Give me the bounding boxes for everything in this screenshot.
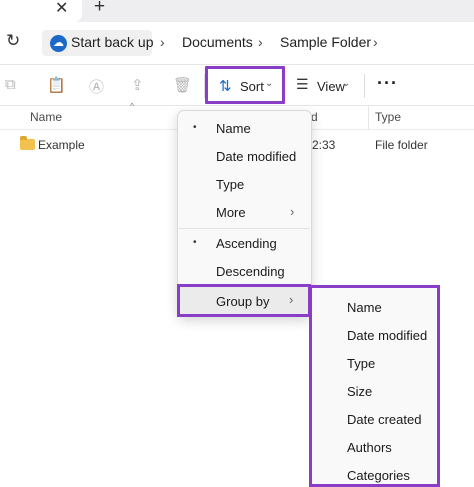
- menu-item-label: Ascending: [216, 236, 277, 251]
- view-icon[interactable]: ☰: [296, 76, 309, 93]
- tab-active[interactable]: ✕: [0, 0, 82, 22]
- column-divider[interactable]: [368, 106, 369, 130]
- view-button[interactable]: View: [317, 79, 345, 94]
- menu-item-label: Type: [347, 356, 376, 371]
- caret-up-icon: ^: [130, 101, 135, 111]
- breadcrumb-documents[interactable]: Documents: [182, 34, 253, 50]
- chevron-down-icon[interactable]: ⌄: [342, 78, 350, 89]
- group-by-item-type[interactable]: Type: [312, 349, 437, 377]
- divider: [364, 74, 365, 98]
- plus-icon[interactable]: +: [94, 0, 105, 18]
- refresh-icon[interactable]: ↻: [6, 31, 20, 51]
- column-header-type[interactable]: Type: [375, 110, 401, 124]
- sort-menu-item-type[interactable]: Type: [178, 170, 311, 198]
- group-by-item-authors[interactable]: Authors: [312, 433, 437, 461]
- sort-menu-item-more[interactable]: More ›: [178, 198, 311, 226]
- command-bar: ⧉ 📋 Ⓐ ⇪ 🗑 ⇅ Sort ⌄ ☰ View ⌄ ···: [0, 64, 474, 106]
- file-name: Example: [38, 138, 85, 152]
- chevron-right-icon: ›: [289, 292, 294, 307]
- sort-menu-item-date-modified[interactable]: Date modified: [178, 142, 311, 170]
- group-by-item-date-created[interactable]: Date created: [312, 405, 437, 433]
- chevron-right-icon: ›: [290, 204, 295, 219]
- sort-menu-item-descending[interactable]: Descending: [178, 257, 311, 285]
- menu-item-label: Name: [216, 121, 251, 136]
- chevron-down-icon: ⌄: [265, 78, 274, 89]
- delete-icon[interactable]: 🗑: [173, 76, 192, 94]
- group-by-item-date-modified[interactable]: Date modified: [312, 321, 437, 349]
- column-header-name[interactable]: Name: [30, 110, 62, 124]
- group-by-item-name[interactable]: Name: [312, 293, 437, 321]
- chevron-right-icon[interactable]: ›: [258, 34, 263, 50]
- bullet-icon: •: [193, 237, 197, 248]
- menu-item-label: Size: [347, 384, 373, 399]
- paste-icon[interactable]: 📋: [47, 76, 66, 94]
- menu-item-label: Descending: [216, 264, 285, 279]
- file-date: 2:33: [312, 138, 336, 152]
- menu-item-label: Date created: [347, 412, 422, 427]
- chevron-right-icon[interactable]: ›: [373, 34, 378, 50]
- menu-item-label: Categories: [347, 468, 410, 483]
- copy-icon[interactable]: ⧉: [5, 76, 16, 93]
- chevron-right-icon[interactable]: ›: [160, 34, 165, 50]
- menu-item-label: More: [216, 205, 246, 220]
- share-icon[interactable]: ⇪: [131, 76, 144, 94]
- bullet-icon: •: [193, 122, 197, 133]
- sort-label: Sort: [240, 79, 264, 94]
- rename-icon[interactable]: Ⓐ: [89, 76, 104, 97]
- sort-menu-item-name[interactable]: • Name: [178, 114, 311, 142]
- tab-strip: ✕ +: [0, 0, 474, 22]
- menu-item-label: Group by: [216, 294, 270, 309]
- sort-menu-item-ascending[interactable]: • Ascending: [178, 229, 311, 257]
- group-by-item-size[interactable]: Size: [312, 377, 437, 405]
- group-by-item-categories[interactable]: Categories: [312, 461, 437, 487]
- menu-item-label: Authors: [347, 440, 392, 455]
- menu-item-label: Name: [347, 300, 382, 315]
- cloud-backup-icon: ☁: [50, 35, 67, 52]
- menu-item-label: Date modified: [347, 328, 428, 343]
- sort-icon: ⇅: [219, 78, 232, 95]
- file-type: File folder: [375, 138, 428, 152]
- close-icon[interactable]: ✕: [55, 0, 68, 18]
- menu-item-label: Date modified: [216, 149, 297, 164]
- sort-button[interactable]: ⇅ Sort ⌄: [205, 66, 285, 104]
- column-header-date[interactable]: d: [311, 110, 318, 124]
- sort-menu-item-group-by[interactable]: Group by ›: [177, 284, 311, 317]
- breadcrumb-sample-folder[interactable]: Sample Folder: [280, 34, 371, 50]
- more-options-button[interactable]: ···: [377, 73, 398, 94]
- folder-icon: [20, 136, 35, 150]
- breadcrumb-start-back-up[interactable]: Start back up: [71, 34, 154, 50]
- address-bar: ↻ ☁ Start back up › Documents › Sample F…: [0, 22, 474, 64]
- menu-item-label: Type: [216, 177, 245, 192]
- group-by-submenu: Name Date modified Type Size Date create…: [309, 285, 440, 487]
